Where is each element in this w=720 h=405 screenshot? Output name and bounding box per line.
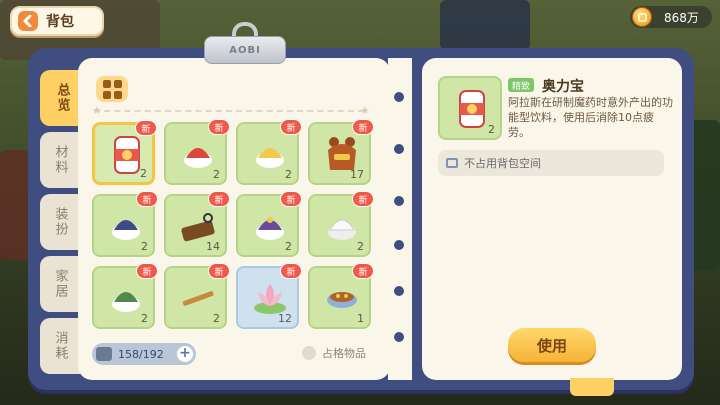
- use-button[interactable]: 使用: [508, 328, 596, 362]
- navy-cap-icon: [112, 220, 140, 240]
- item-quantity: 17: [350, 168, 364, 181]
- star-icon: ★: [360, 104, 370, 117]
- expand-plus-icon[interactable]: +: [177, 346, 193, 362]
- use-label: 使用: [536, 336, 567, 355]
- tab-label: 材料: [52, 145, 68, 175]
- item-quantity: 12: [278, 312, 292, 325]
- bamboo-flute-icon: [182, 291, 214, 306]
- bag-capacity[interactable]: 158/192 +: [92, 343, 196, 365]
- ring-hole-icon: [394, 332, 404, 342]
- occupy-label: 占格物品: [322, 347, 366, 360]
- inventory-slot[interactable]: 新 2: [236, 119, 302, 185]
- capacity-text: 158/192: [118, 347, 164, 361]
- inventory-slot[interactable]: 新 14: [164, 191, 230, 257]
- inventory-slot[interactable]: 新 1: [308, 263, 374, 329]
- new-badge: 新: [352, 263, 374, 279]
- white-cap-icon: [328, 219, 356, 240]
- inventory-slot[interactable]: 新 12: [236, 263, 302, 329]
- tab-consumables[interactable]: 消耗: [40, 318, 80, 374]
- ring-hole-icon: [394, 240, 404, 250]
- inventory-panel: ★ ★ 新 2 新 2 新 2 新 17 新 2 新 14 新 2 新 2 新 …: [78, 58, 390, 380]
- green-cap-icon: [112, 292, 140, 312]
- new-badge: 新: [208, 263, 230, 279]
- new-badge: 新: [208, 119, 230, 135]
- new-badge: 新: [352, 191, 374, 207]
- detail-item-slot: 2: [438, 76, 502, 140]
- ring-hole-icon: [394, 286, 404, 296]
- item-description: 阿拉斯在研制魔药时意外产出的功能型饮料，使用后消除10点疲劳。: [508, 96, 673, 139]
- inventory-slot[interactable]: 新 2: [308, 191, 374, 257]
- item-quantity: 2: [285, 168, 292, 181]
- currency-value: 868万: [664, 10, 699, 25]
- inventory-slot[interactable]: 新 17: [308, 119, 374, 185]
- clip-label: AOBI: [229, 44, 261, 56]
- inventory-slot[interactable]: 新 2: [164, 119, 230, 185]
- bookmark-tab: [570, 378, 614, 396]
- inventory-slot[interactable]: 新 2: [164, 263, 230, 329]
- tab-label: 消耗: [52, 331, 68, 361]
- ring-hole-icon: [394, 144, 404, 154]
- item-quantity: 2: [213, 168, 220, 181]
- star-icon: ★: [92, 104, 102, 117]
- detail-quantity: 2: [488, 123, 495, 136]
- no-space-note: 不占用背包空间: [438, 150, 664, 176]
- item-quantity: 14: [206, 240, 220, 253]
- inventory-slot[interactable]: 新 2: [236, 191, 302, 257]
- tab-label: 装扮: [52, 207, 68, 237]
- item-quantity: 1: [357, 312, 364, 325]
- item-quantity: 2: [357, 240, 364, 253]
- food-bowl-icon: [327, 292, 357, 308]
- back-arrow-icon: [18, 11, 38, 31]
- item-quantity: 2: [141, 240, 148, 253]
- aolibao-can-icon: [459, 90, 485, 128]
- inventory-slot[interactable]: 新 2: [92, 120, 157, 185]
- clipboard-clip-icon: AOBI: [204, 22, 286, 70]
- new-badge: 新: [352, 119, 374, 135]
- tab-materials[interactable]: 材料: [40, 132, 80, 188]
- item-name: 奥力宝: [542, 79, 584, 95]
- filter-grid-button[interactable]: [96, 76, 128, 102]
- item-quantity: 2: [213, 312, 220, 325]
- inventory-slot[interactable]: 新 2: [92, 191, 158, 257]
- new-badge: 新: [136, 263, 158, 279]
- tab-label: 家居: [52, 269, 68, 299]
- new-badge: 新: [136, 191, 158, 207]
- box-icon: [446, 158, 458, 168]
- tab-furniture[interactable]: 家居: [40, 256, 80, 312]
- yellow-cap-icon: [256, 148, 284, 168]
- item-detail-panel: 2 精致 奥力宝 阿拉斯在研制魔药时意外产出的功能型饮料，使用后消除10点疲劳。…: [422, 58, 682, 380]
- ring-hole-icon: [394, 92, 404, 102]
- item-quantity: 2: [141, 312, 148, 325]
- page-title: 背包: [46, 14, 74, 30]
- back-button[interactable]: 背包: [10, 6, 104, 36]
- toggle-circle-icon: [302, 346, 316, 360]
- tab-outfits[interactable]: 装扮: [40, 194, 80, 250]
- new-badge: 新: [280, 191, 302, 207]
- divider: [94, 110, 364, 112]
- ring-hole-icon: [394, 196, 404, 206]
- new-badge: 新: [135, 120, 157, 136]
- quality-badge: 精致: [508, 78, 535, 92]
- item-quantity: 2: [140, 167, 147, 180]
- bag-icon: [96, 347, 112, 361]
- new-badge: 新: [208, 191, 230, 207]
- currency-display[interactable]: 868万: [630, 6, 712, 28]
- coin-icon: [632, 7, 652, 27]
- red-cap-icon: [184, 148, 212, 168]
- inventory-slot[interactable]: 新 2: [92, 263, 158, 329]
- item-quantity: 2: [285, 240, 292, 253]
- occupy-items-toggle[interactable]: 占格物品: [302, 345, 366, 361]
- no-space-text: 不占用背包空间: [464, 157, 541, 170]
- tab-label: 总览: [54, 83, 70, 113]
- new-badge: 新: [280, 263, 302, 279]
- new-badge: 新: [280, 119, 302, 135]
- purple-cap-icon: [256, 217, 284, 240]
